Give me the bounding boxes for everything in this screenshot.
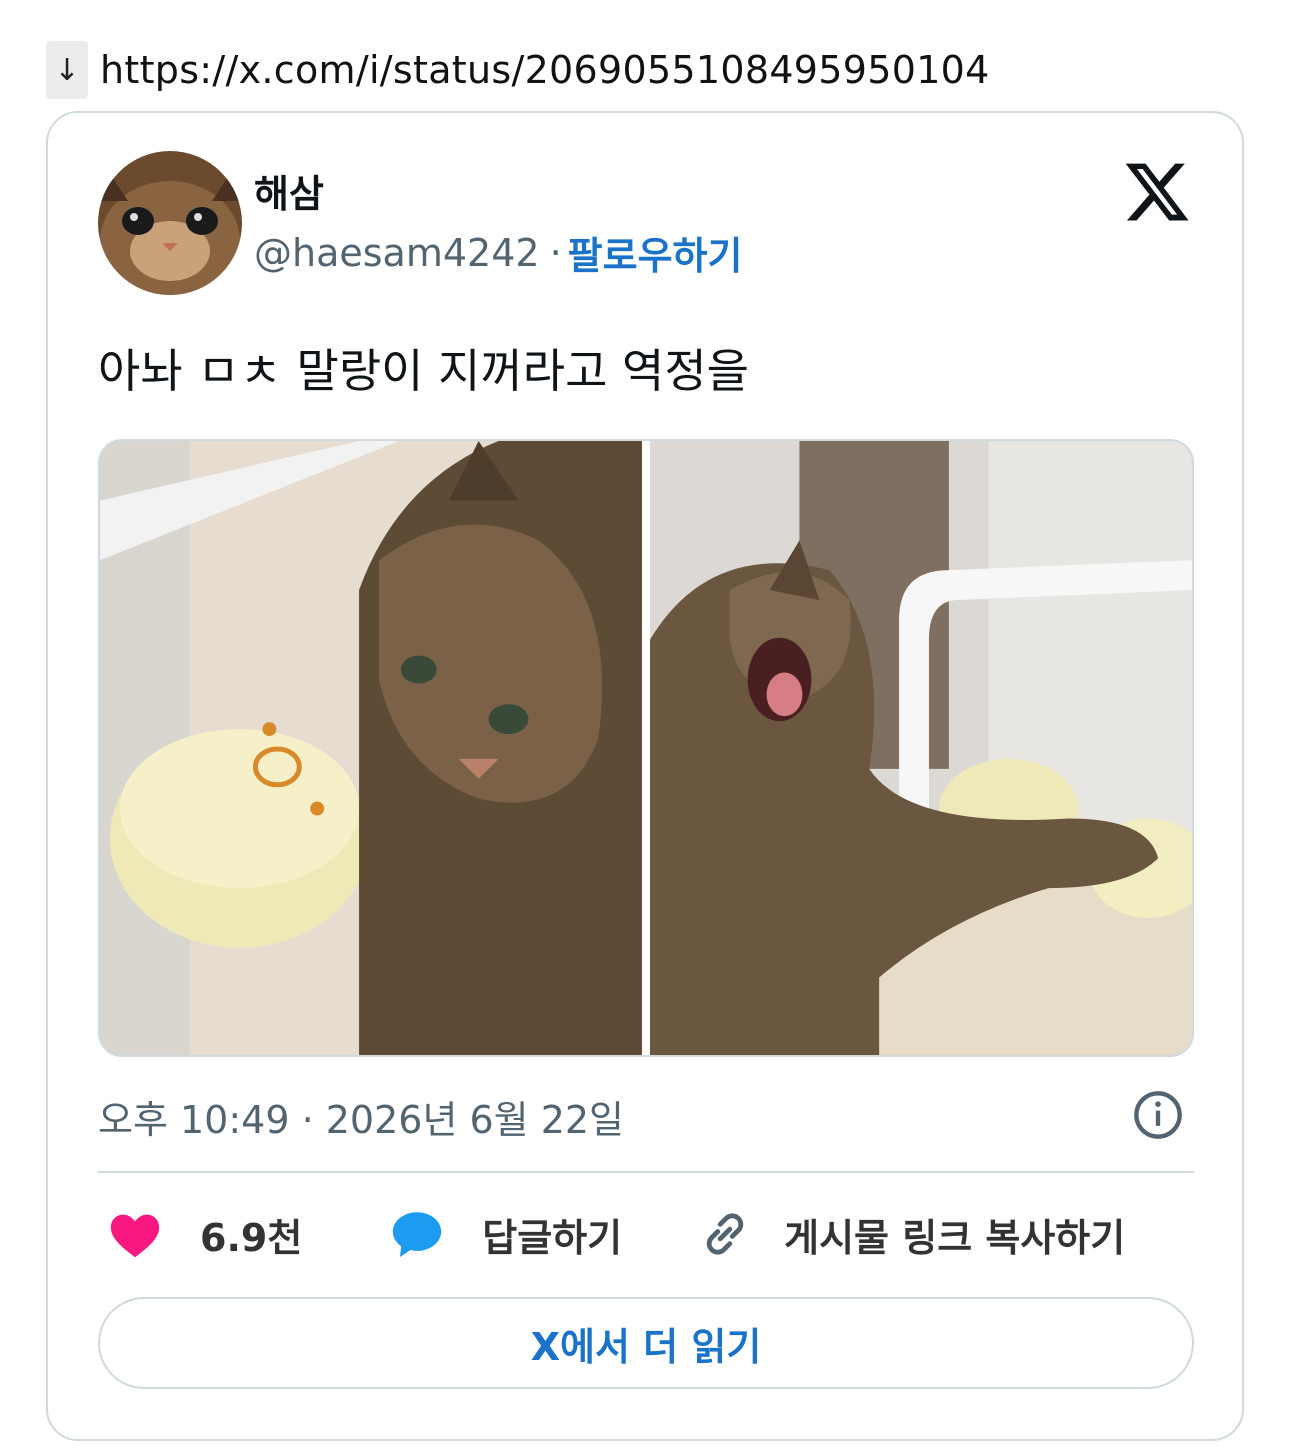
heart-icon xyxy=(110,1214,160,1258)
copy-link-button[interactable]: 게시물 링크 복사하기 xyxy=(696,1205,1125,1263)
photo-cat-with-squishy-toy[interactable] xyxy=(100,441,642,1055)
like-count: 6.9천 xyxy=(200,1215,303,1260)
separator-dot: · xyxy=(549,230,562,275)
tweet-timestamp[interactable]: 오후 10:49 · 2026년 6월 22일 xyxy=(98,1089,624,1144)
x-logo-icon[interactable] xyxy=(1122,157,1192,227)
copy-link-label: 게시물 링크 복사하기 xyxy=(784,1215,1126,1260)
link-icon xyxy=(706,1213,744,1255)
cat-photo-right-icon xyxy=(650,441,1192,1055)
tweet-url-link[interactable]: https://x.com/i/status/20690551084959501… xyxy=(100,48,990,92)
action-bar: 6.9천 답글하기 게시물 링크 복사하기 xyxy=(98,1199,1125,1269)
read-more-on-x-button[interactable]: X에서 더 읽기 xyxy=(98,1297,1194,1389)
reply-bubble-icon xyxy=(393,1212,442,1257)
reply-button[interactable]: 답글하기 xyxy=(388,1205,622,1263)
photo-cat-yawning-with-toy[interactable] xyxy=(650,441,1192,1055)
handle-row: @haesam4242 · 팔로우하기 xyxy=(254,225,742,280)
tweet-text: 아놔 ㅁㅊ 말랑이 지꺼라고 역정을 xyxy=(98,344,749,398)
display-name[interactable]: 해삼 xyxy=(254,163,324,218)
follow-button[interactable]: 팔로우하기 xyxy=(568,225,743,280)
media-grid xyxy=(98,439,1194,1057)
divider xyxy=(98,1171,1194,1173)
url-row: ↓ https://x.com/i/status/206905510849595… xyxy=(46,40,990,100)
reply-label: 답글하기 xyxy=(482,1215,623,1260)
user-handle[interactable]: @haesam4242 xyxy=(254,231,540,275)
like-button[interactable]: 6.9천 xyxy=(106,1205,302,1263)
cat-photo-left-icon xyxy=(100,441,642,1055)
tweet-embed-card: 해삼 @haesam4242 · 팔로우하기 아놔 ㅁㅊ 말랑이 지꺼라고 역정… xyxy=(46,111,1244,1441)
avatar[interactable] xyxy=(98,151,242,295)
info-icon[interactable] xyxy=(1132,1089,1184,1141)
cat-avatar-icon xyxy=(98,151,242,295)
down-arrow-icon: ↓ xyxy=(46,41,88,99)
